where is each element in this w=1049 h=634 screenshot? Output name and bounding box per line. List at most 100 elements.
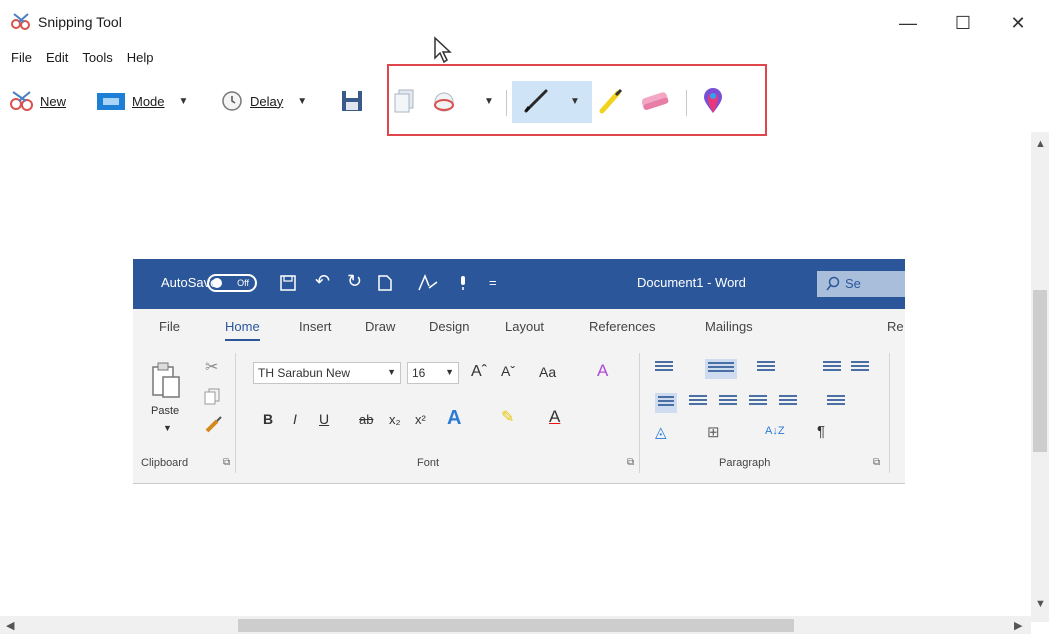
- save-icon: [342, 91, 362, 111]
- font-size-dropdown-icon: ▼: [445, 367, 454, 377]
- toolbar-separator: [506, 90, 507, 116]
- new-snip-icon: [10, 91, 33, 111]
- font-launcher-icon: ⧉: [627, 457, 635, 468]
- close-button[interactable]: ✕: [995, 8, 1041, 38]
- paragraph-launcher-icon: ⧉: [873, 457, 881, 468]
- word-ribbon: Paste ▼ ✂ Clipboard ⧉ TH Sarabun New ▼ 1…: [133, 347, 905, 481]
- word-tab-design: Design: [429, 319, 470, 334]
- word-group-clipboard: Clipboard: [141, 457, 189, 469]
- scroll-right-icon[interactable]: ▶: [1014, 619, 1022, 632]
- copy-button[interactable]: [393, 86, 415, 116]
- word-distributed-icon: [779, 395, 797, 409]
- word-format-painter-icon: [205, 416, 222, 433]
- word-font-color-icon: A: [549, 407, 561, 426]
- word-font-name-value: TH Sarabun New: [258, 366, 351, 380]
- word-font-name: TH Sarabun New ▼: [253, 362, 401, 384]
- send-snip-button[interactable]: ▼: [430, 86, 494, 116]
- scroll-left-icon[interactable]: ◀: [6, 619, 14, 632]
- word-paste-label: Paste: [151, 405, 180, 417]
- eraser-button[interactable]: [638, 86, 672, 116]
- word-change-case-icon: Aa: [539, 364, 557, 380]
- pen-icon: [524, 89, 548, 113]
- word-tab-review: Re: [887, 319, 904, 334]
- word-document-title: Document1 - Word: [637, 275, 746, 290]
- mouse-cursor-icon: [434, 36, 452, 64]
- copy-icon: [394, 89, 414, 113]
- autosave-toggle: Off: [207, 274, 257, 292]
- word-sort-icon: A↓Z: [765, 425, 785, 437]
- menu-tools[interactable]: Tools: [81, 48, 113, 72]
- delay-label: Delay: [250, 93, 284, 109]
- menu-help[interactable]: Help: [126, 48, 155, 72]
- word-borders-icon: ⊞: [707, 424, 720, 441]
- word-microphone-icon: [461, 276, 465, 290]
- save-button[interactable]: [340, 86, 364, 116]
- word-strikethrough-icon: ab: [359, 412, 374, 427]
- word-tab-references: References: [589, 319, 656, 334]
- word-tab-home: Home: [225, 319, 260, 341]
- word-copy-icon: [204, 388, 220, 405]
- word-multilevel-icon: [757, 361, 775, 375]
- menu-edit[interactable]: Edit: [45, 48, 69, 72]
- scroll-down-icon[interactable]: ▼: [1035, 598, 1046, 610]
- mode-label: Mode: [132, 93, 165, 109]
- menu-bar: File Edit Tools Help: [0, 48, 154, 72]
- word-decrease-indent-icon: [823, 361, 841, 375]
- mode-dropdown-icon[interactable]: ▼: [179, 96, 189, 107]
- word-show-marks-icon: ¶: [817, 423, 826, 440]
- word-title-bar: AutoSave Off ↶ ↻ = Document1 - Word Se: [133, 259, 905, 309]
- word-highlight-icon: ✎: [501, 409, 515, 426]
- delay-button[interactable]: Delay ▼: [220, 86, 307, 116]
- send-email-icon: [434, 92, 454, 112]
- word-bold-icon: B: [263, 411, 274, 427]
- menu-file[interactable]: File: [10, 48, 33, 72]
- word-ribbon-tabs: File Home Insert Draw Design Layout Refe…: [133, 311, 905, 345]
- highlighter-icon: [599, 88, 623, 114]
- word-clear-formatting-icon: A: [597, 361, 609, 380]
- word-customize-icon: =: [489, 275, 497, 290]
- word-align-left-icon: [655, 393, 677, 413]
- ribbon-separator: [235, 353, 236, 473]
- word-redo-icon: ↻: [347, 271, 363, 291]
- word-shading-icon: ◬: [655, 424, 667, 441]
- mode-button[interactable]: Mode ▼: [96, 86, 188, 116]
- vertical-scroll-thumb[interactable]: [1033, 290, 1047, 452]
- word-text-effects-icon: A: [447, 407, 462, 429]
- word-search-box: Se: [817, 271, 905, 297]
- title-bar: Snipping Tool — ☐ ✕: [0, 0, 1049, 44]
- word-align-right-icon: [719, 395, 737, 409]
- word-search-text: Se: [845, 276, 861, 291]
- mode-icon: [97, 93, 125, 110]
- ribbon-separator: [639, 353, 640, 473]
- delay-dropdown-icon[interactable]: ▼: [297, 96, 307, 107]
- word-underline-icon: U: [319, 411, 330, 427]
- highlighter-button[interactable]: [596, 86, 626, 116]
- autosave-toggle-state: Off: [237, 278, 249, 288]
- word-group-font: Font: [417, 457, 440, 469]
- new-label: New: [40, 93, 67, 109]
- word-save-icon: [280, 275, 296, 291]
- new-button[interactable]: New: [8, 86, 66, 116]
- word-tab-insert: Insert: [299, 319, 332, 334]
- word-shrink-font-icon: Aˇ: [501, 363, 515, 379]
- send-dropdown-icon[interactable]: ▼: [484, 96, 494, 107]
- scroll-up-icon[interactable]: ▲: [1035, 138, 1046, 150]
- word-tab-draw: Draw: [365, 319, 396, 334]
- word-align-center-icon: [689, 395, 707, 409]
- word-line-spacing-icon: [827, 395, 845, 409]
- minimize-button[interactable]: —: [885, 8, 931, 38]
- snipping-tool-icon: [11, 13, 30, 30]
- pen-dropdown-icon[interactable]: ▼: [570, 96, 580, 107]
- word-subscript-icon: x₂: [389, 412, 401, 427]
- pen-button[interactable]: ▼: [522, 86, 580, 116]
- paint3d-button[interactable]: [700, 86, 726, 116]
- word-doc-icon: [378, 275, 392, 291]
- window-title: Snipping Tool: [38, 14, 122, 30]
- word-increase-indent-icon: [851, 361, 869, 375]
- horizontal-scroll-thumb[interactable]: [238, 619, 794, 632]
- word-ruler: [133, 483, 905, 491]
- word-paste-dropdown-icon: ▼: [163, 423, 172, 433]
- word-undo-icon: ↶: [315, 271, 331, 291]
- search-icon: [826, 276, 840, 291]
- maximize-button[interactable]: ☐: [940, 8, 986, 38]
